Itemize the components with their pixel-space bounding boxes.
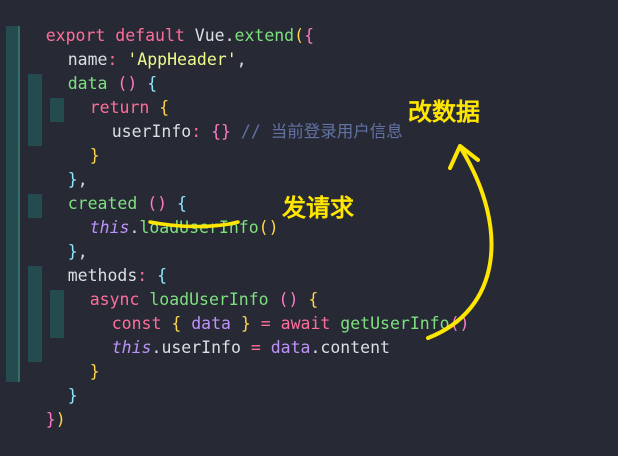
annotation-change-data: 改数据 [408, 98, 480, 126]
underline-annotation [148, 220, 240, 229]
token-paren: ) [55, 410, 66, 429]
code-editor[interactable]: export default Vue.extend({ name: 'AppHe… [0, 0, 618, 429]
annotation-send-request: 发请求 [282, 194, 354, 222]
curved-arrow-annotation [426, 148, 494, 340]
token-brace: } [45, 410, 56, 429]
